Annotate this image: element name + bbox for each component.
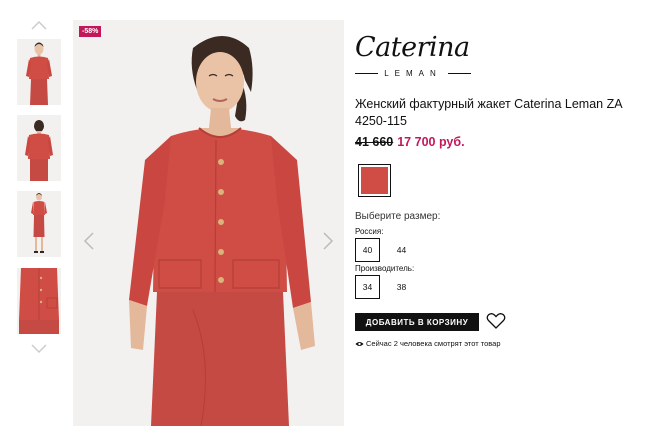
chevron-down-icon — [31, 344, 47, 354]
size-maker-option[interactable]: 34 — [355, 275, 380, 299]
next-image-button[interactable] — [322, 232, 334, 250]
eye-icon — [355, 341, 364, 346]
brand-logo[interactable]: Caterina LEMAN — [355, 34, 471, 80]
add-to-cart-button[interactable]: ДОБАВИТЬ В КОРЗИНУ — [355, 313, 479, 331]
price: 41 660 17 700 руб. — [355, 135, 465, 149]
discount-badge: -58% — [79, 26, 102, 37]
color-swatch-fill — [361, 167, 388, 194]
thumbnail-up-button[interactable] — [31, 20, 47, 30]
heart-icon — [486, 313, 506, 329]
current-price: 17 700 руб. — [397, 135, 465, 149]
viewers-text: Сейчас 2 человека смотрят этот товар — [366, 339, 501, 348]
size-maker-option[interactable]: 38 — [389, 275, 414, 299]
product-title: Женский фактурный жакет Caterina Leman Z… — [355, 97, 622, 128]
viewers-notice: Сейчас 2 человека смотрят этот товар — [355, 339, 501, 348]
thumbnail-down-button[interactable] — [31, 344, 47, 354]
main-product-image[interactable]: -58% — [73, 20, 344, 426]
thumbnail-2[interactable] — [17, 115, 61, 181]
thumbnail-4[interactable] — [17, 268, 61, 334]
size-heading: Выберите размер: — [355, 211, 441, 222]
color-swatch[interactable] — [358, 164, 391, 197]
thumbnail-3[interactable] — [17, 191, 61, 257]
chevron-right-icon — [323, 232, 334, 250]
favorite-button[interactable] — [486, 312, 506, 330]
old-price: 41 660 — [355, 135, 394, 149]
brand-subname: LEMAN — [384, 69, 442, 78]
brand-divider-right — [447, 73, 471, 74]
size-russia-label: Россия: — [355, 227, 384, 236]
brand-divider-left — [355, 73, 379, 74]
size-maker-label: Производитель: — [355, 264, 415, 273]
size-russia-option[interactable]: 44 — [389, 238, 414, 262]
chevron-up-icon — [31, 20, 47, 30]
brand-name: Caterina — [355, 32, 470, 63]
model-photo — [73, 20, 344, 426]
chevron-left-icon — [83, 232, 94, 250]
thumbnail-1[interactable] — [17, 39, 61, 105]
size-russia-option[interactable]: 40 — [355, 238, 380, 262]
previous-image-button[interactable] — [83, 232, 95, 250]
